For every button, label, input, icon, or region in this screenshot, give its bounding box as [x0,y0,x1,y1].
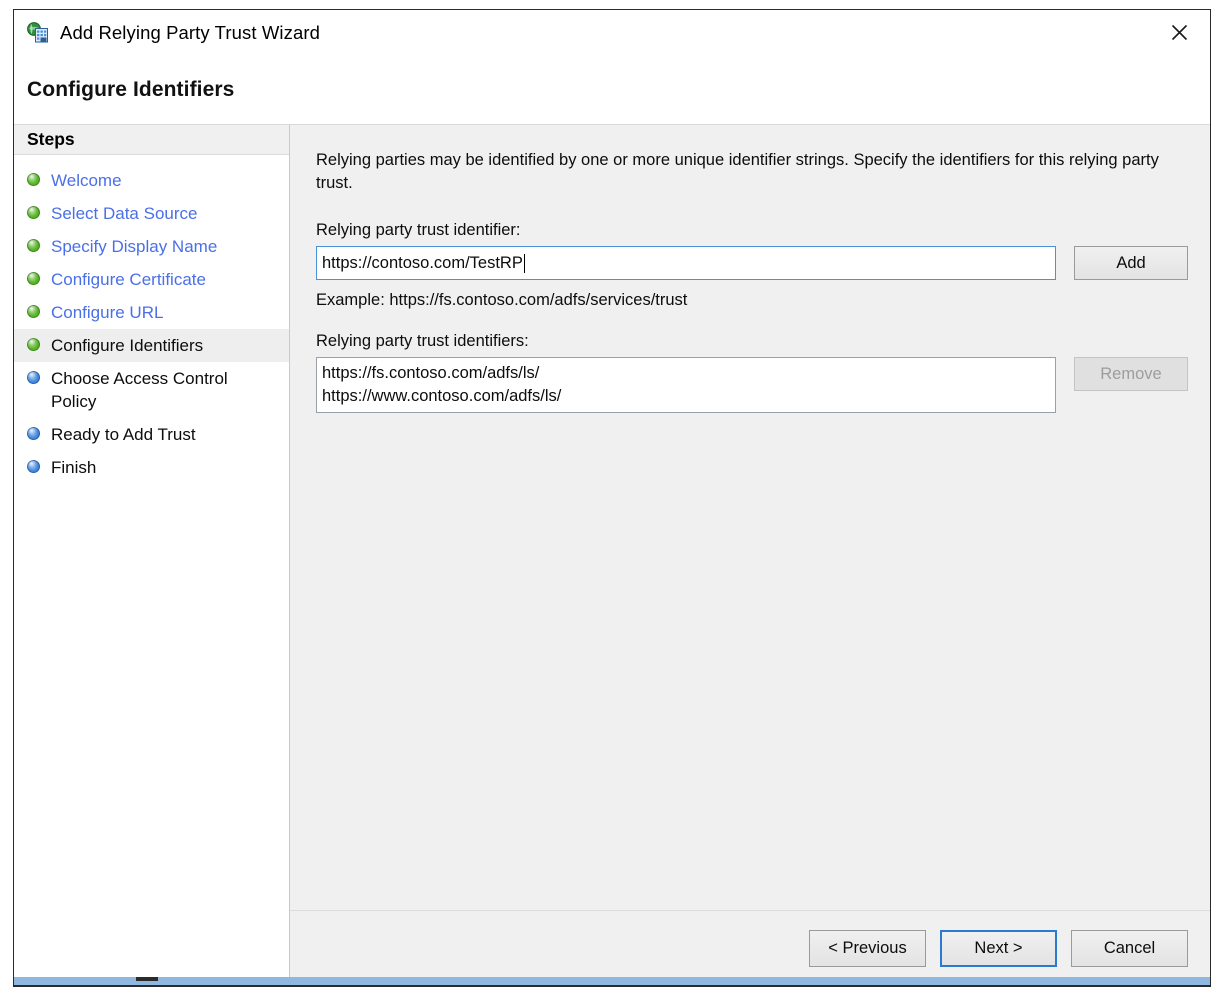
remove-button: Remove [1074,357,1188,391]
sidebar-item-welcome[interactable]: Welcome [14,164,289,197]
step-label: Select Data Source [51,204,198,223]
step-status-icon [27,338,40,351]
step-label: Ready to Add Trust [51,425,196,444]
step-label: Configure Certificate [51,270,206,289]
screen: Add Relying Party Trust Wizard Configure… [0,0,1224,1008]
sidebar-item-configure-identifiers[interactable]: Configure Identifiers [14,329,289,362]
relying-party-identifier-input[interactable]: https://contoso.com/TestRP [316,246,1056,280]
title-bar: Add Relying Party Trust Wizard [14,10,1210,56]
step-status-icon [27,272,40,285]
step-status-icon [27,460,40,473]
steps-panel: Steps Welcome Select Data Source Specify… [14,125,290,986]
intro-text: Relying parties may be identified by one… [316,151,1159,192]
steps-header-label: Steps [27,129,75,149]
next-button[interactable]: Next > [940,930,1057,967]
sidebar-item-ready-to-add-trust[interactable]: Ready to Add Trust [14,418,289,451]
identifier-field-label: Relying party trust identifier: [316,221,521,239]
sidebar-item-select-data-source[interactable]: Select Data Source [14,197,289,230]
step-label: Finish [51,458,97,477]
list-item[interactable]: https://fs.contoso.com/adfs/ls/ [322,362,1050,385]
page-title: Configure Identifiers [27,78,235,101]
steps-header: Steps [14,125,289,155]
identifiers-list-label: Relying party trust identifiers: [316,332,529,350]
page-header: Configure Identifiers [14,56,1210,125]
content-inner: Relying parties may be identified by one… [290,125,1210,910]
step-status-icon [27,239,40,252]
sidebar-item-choose-access-control-policy[interactable]: Choose Access Control Policy [14,362,289,418]
sidebar-item-specify-display-name[interactable]: Specify Display Name [14,230,289,263]
text-caret [523,253,525,273]
sidebar-item-finish[interactable]: Finish [14,451,289,484]
identifier-input-value: https://contoso.com/TestRP [322,253,523,272]
window-title: Add Relying Party Trust Wizard [60,22,321,43]
sidebar-item-configure-url[interactable]: Configure URL [14,296,289,329]
previous-button[interactable]: < Previous [809,930,926,967]
cancel-button[interactable]: Cancel [1071,930,1188,967]
content-panel: Relying parties may be identified by one… [290,125,1210,986]
step-status-icon [27,206,40,219]
identifiers-list-row: https://fs.contoso.com/adfs/ls/ https://… [316,357,1188,910]
background-window-edge [14,977,1210,986]
list-item[interactable]: https://www.contoso.com/adfs/ls/ [322,385,1050,408]
step-status-icon [27,427,40,440]
step-label: Configure URL [51,303,164,322]
close-icon[interactable] [1148,10,1210,55]
step-status-icon [27,371,40,384]
step-label: Welcome [51,171,122,190]
example-text: Example: https://fs.contoso.com/adfs/ser… [316,291,688,309]
steps-list: Welcome Select Data Source Specify Displ… [14,155,289,986]
relying-party-identifiers-listbox[interactable]: https://fs.contoso.com/adfs/ls/ https://… [316,357,1056,413]
sidebar-item-configure-certificate[interactable]: Configure Certificate [14,263,289,296]
adfs-relying-party-icon [26,21,50,45]
add-relying-party-trust-wizard-dialog: Add Relying Party Trust Wizard Configure… [13,9,1211,987]
background-window-nub [136,977,158,981]
add-button[interactable]: Add [1074,246,1188,280]
dialog-footer: < Previous Next > Cancel [290,910,1210,986]
step-label: Specify Display Name [51,237,218,256]
dialog-body: Steps Welcome Select Data Source Specify… [14,125,1210,986]
identifier-input-row: https://contoso.com/TestRP Add [316,246,1188,280]
step-label: Configure Identifiers [51,336,204,355]
step-label: Choose Access Control Policy [51,369,228,411]
step-status-icon [27,305,40,318]
step-status-icon [27,173,40,186]
